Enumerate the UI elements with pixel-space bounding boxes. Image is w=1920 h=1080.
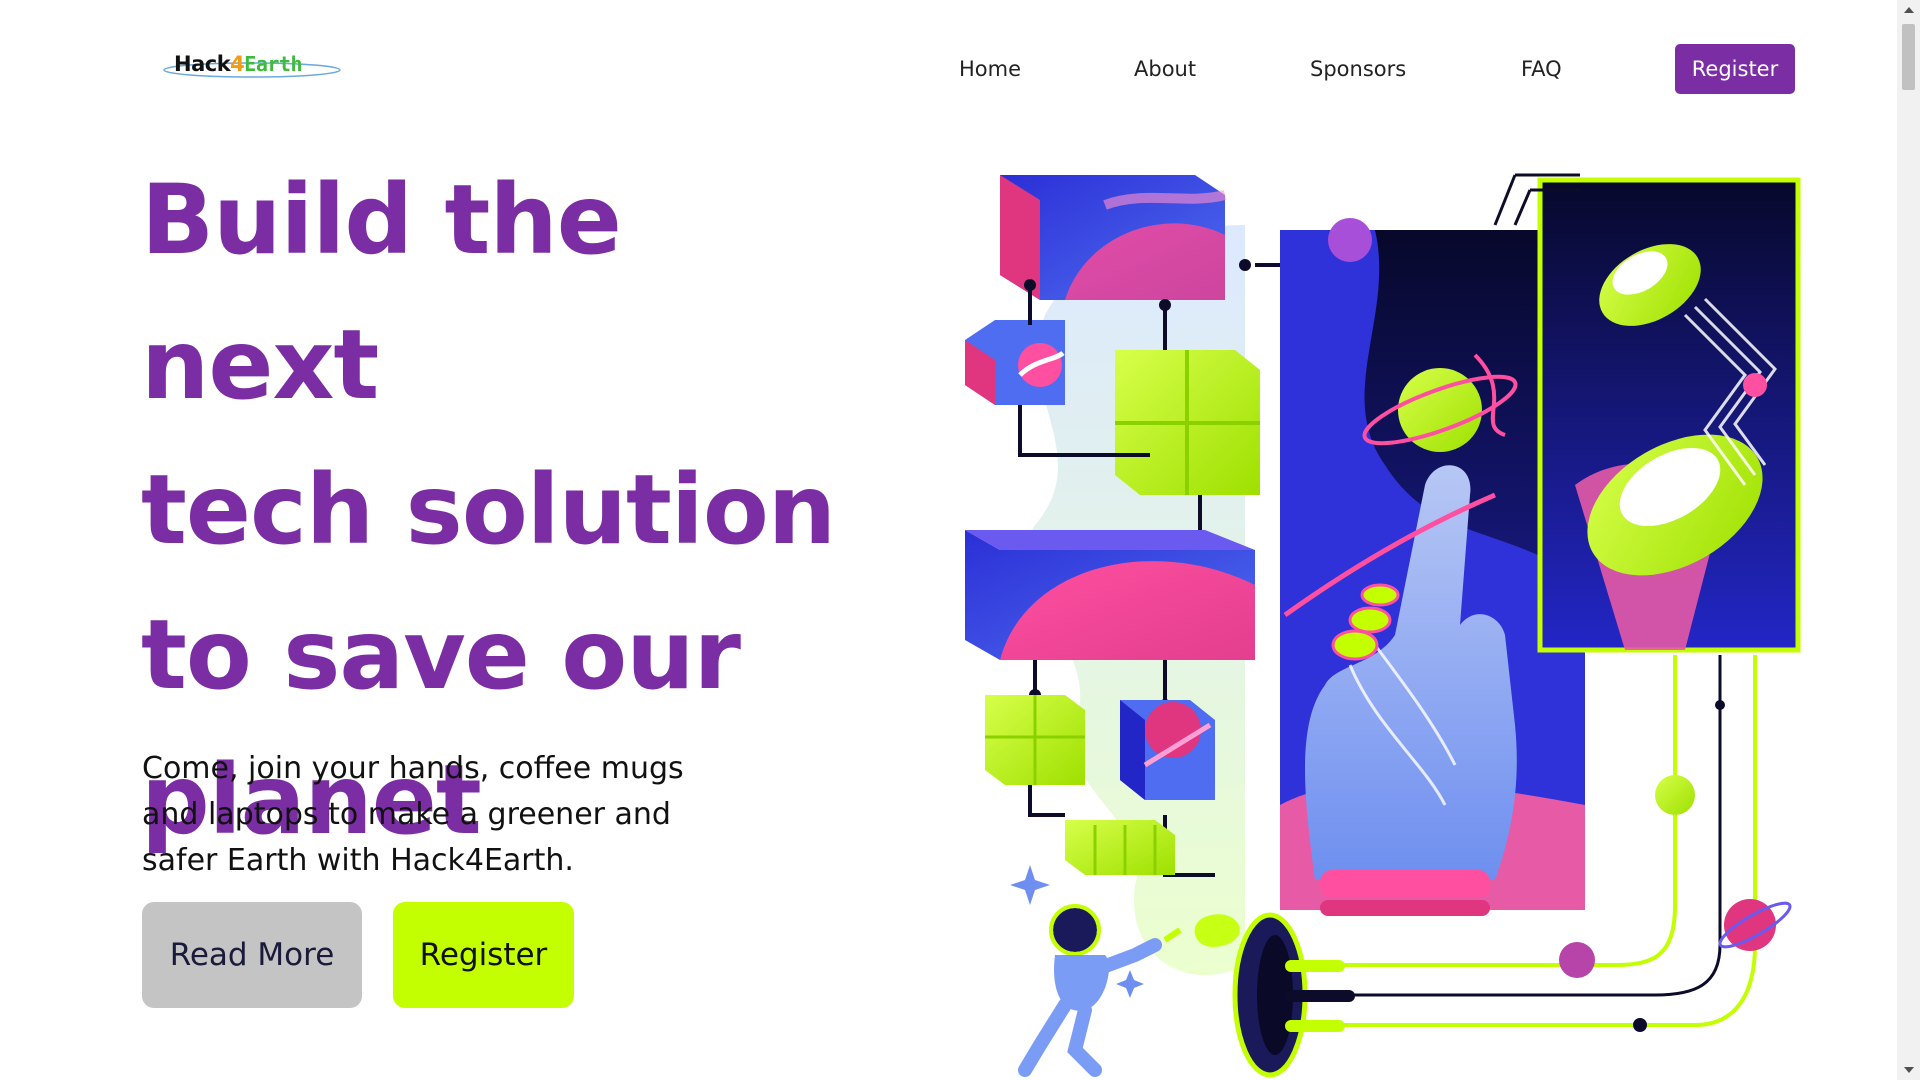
hero-subtitle: Come, join your hands, coffee mugs and l… xyxy=(142,746,722,884)
hero-illustration xyxy=(955,165,1805,1080)
hero-subtitle-line: Come, join your hands, coffee mugs xyxy=(142,751,684,786)
nav-about[interactable]: About xyxy=(1134,57,1196,81)
nav-sponsors[interactable]: Sponsors xyxy=(1310,57,1406,81)
read-more-button[interactable]: Read More xyxy=(142,902,362,1008)
hero-title-line: to save our xyxy=(141,599,741,711)
hero-subtitle-line: safer Earth with Hack4Earth. xyxy=(142,843,574,878)
nav-register-button[interactable]: Register xyxy=(1675,44,1795,94)
nav-home[interactable]: Home xyxy=(959,57,1021,81)
logo[interactable]: Hack4Earth xyxy=(162,48,342,84)
logo-wordmark: Hack4Earth xyxy=(174,52,303,76)
scroll-down-arrow-icon[interactable] xyxy=(1897,1060,1920,1080)
space-hands-planets-illustration-icon xyxy=(965,173,1801,1078)
page-scrollbar[interactable] xyxy=(1897,0,1920,1080)
scroll-up-arrow-icon[interactable] xyxy=(1897,0,1920,20)
landing-page: Hack4Earth Home About Sponsors FAQ Regis… xyxy=(0,0,1897,1080)
hero-register-button[interactable]: Register xyxy=(393,902,574,1008)
hero-title-line: Build the next xyxy=(141,164,622,421)
scroll-thumb[interactable] xyxy=(1902,24,1915,90)
hero-title-line: tech solution xyxy=(141,454,836,566)
nav-faq[interactable]: FAQ xyxy=(1521,57,1562,81)
hero-subtitle-line: and laptops to make a greener and xyxy=(142,797,671,832)
